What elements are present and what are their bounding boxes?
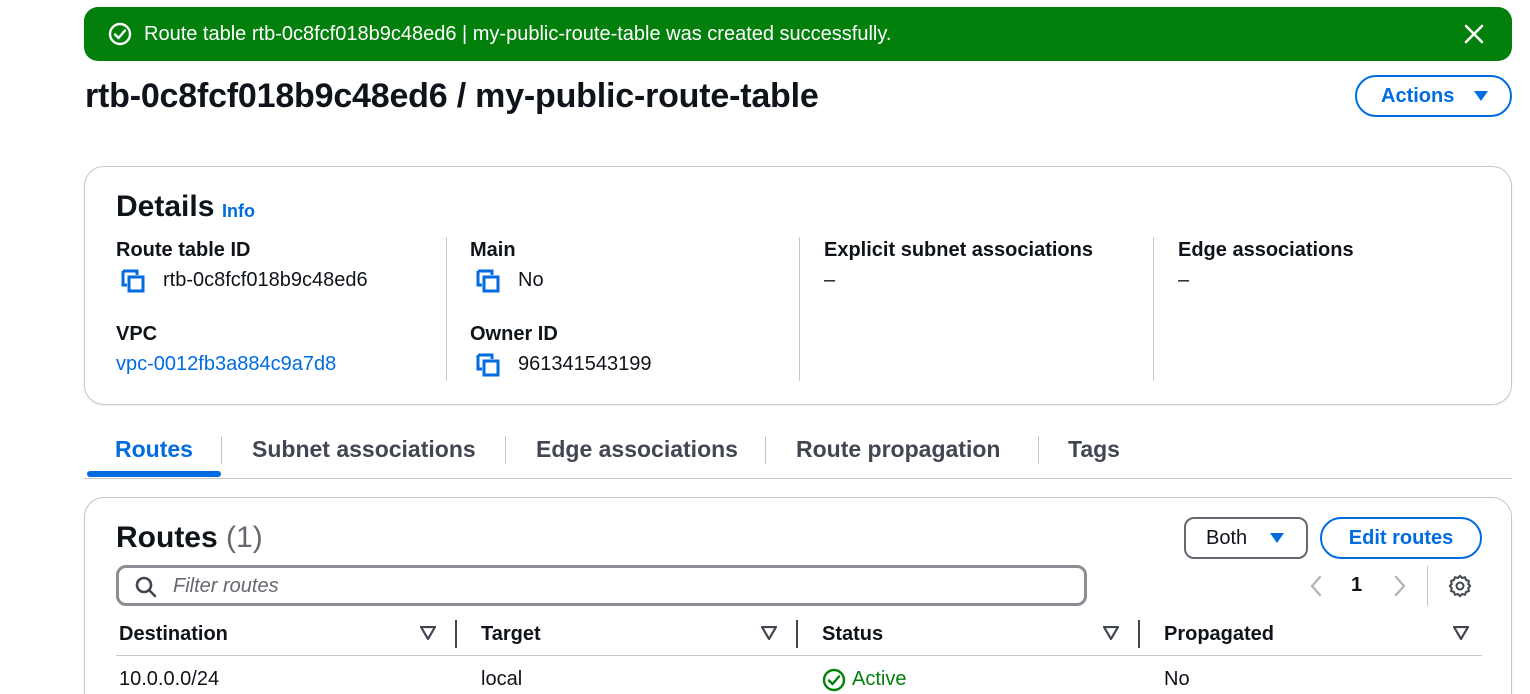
main-value: No	[518, 269, 544, 291]
chevron-left-icon[interactable]	[1308, 574, 1324, 598]
pager-divider	[1427, 566, 1428, 606]
routes-title: Routes	[116, 521, 218, 554]
route-destination-cell: 10.0.0.0/24	[119, 668, 220, 690]
tab-divider	[765, 436, 766, 464]
explicit-subnet-label: Explicit subnet associations	[824, 239, 1093, 261]
tab-route-propagation[interactable]: Route propagation	[796, 436, 1000, 463]
routes-count: (1)	[226, 521, 263, 554]
route-status-cell: Active	[852, 668, 907, 690]
details-heading: Details	[116, 190, 215, 223]
column-divider	[1153, 237, 1154, 381]
active-tab-indicator	[87, 471, 221, 477]
table-header-divider	[116, 655, 1482, 656]
edit-routes-button[interactable]: Edit routes	[1320, 517, 1482, 559]
tab-divider	[1038, 436, 1039, 464]
actions-button[interactable]: Actions	[1355, 75, 1512, 117]
search-icon	[135, 576, 157, 598]
filter-routes-field[interactable]	[116, 565, 1087, 606]
copy-icon[interactable]	[120, 268, 146, 294]
owner-id-value: 961341543199	[518, 353, 652, 375]
propagation-filter-dropdown[interactable]: Both	[1184, 517, 1308, 559]
column-resizer[interactable]	[455, 620, 457, 648]
column-header-target[interactable]: Target	[481, 623, 541, 646]
column-divider	[446, 237, 447, 381]
route-propagated-cell: No	[1164, 668, 1190, 690]
routes-heading: Routes (1)	[116, 520, 263, 556]
sort-down-icon[interactable]	[1453, 626, 1469, 640]
sort-down-icon[interactable]	[761, 626, 777, 640]
edge-associations-label: Edge associations	[1178, 239, 1354, 261]
routes-panel: Routes (1) Both Edit routes 1 Destinatio…	[84, 497, 1512, 694]
chevron-right-icon[interactable]	[1392, 574, 1408, 598]
tab-edge-associations[interactable]: Edge associations	[536, 436, 738, 463]
details-panel: Details Info Route table ID rtb-0c8fcf01…	[84, 166, 1512, 405]
tab-divider	[505, 436, 506, 464]
copy-icon[interactable]	[475, 268, 501, 294]
column-divider	[799, 237, 800, 381]
filter-routes-input[interactable]	[173, 572, 1053, 600]
current-page-number[interactable]: 1	[1351, 574, 1362, 597]
page-title: rtb-0c8fcf018b9c48ed6 / my-public-route-…	[85, 77, 819, 115]
column-header-status[interactable]: Status	[822, 623, 883, 646]
caret-down-icon	[1474, 91, 1488, 101]
sort-down-icon[interactable]	[1103, 626, 1119, 640]
vpc-link[interactable]: vpc-0012fb3a884c9a7d8	[116, 353, 336, 376]
main-label: Main	[470, 239, 516, 261]
column-resizer[interactable]	[796, 620, 798, 648]
caret-down-icon	[1270, 533, 1284, 543]
route-table-id-value: rtb-0c8fcf018b9c48ed6	[163, 269, 368, 291]
info-link[interactable]: Info	[222, 201, 255, 222]
close-icon[interactable]	[1462, 22, 1486, 46]
tab-tags[interactable]: Tags	[1068, 436, 1120, 463]
owner-id-label: Owner ID	[470, 323, 558, 345]
dropdown-selected-value: Both	[1206, 526, 1248, 549]
status-success-icon	[822, 668, 846, 692]
tab-routes[interactable]: Routes	[115, 436, 193, 463]
copy-icon[interactable]	[475, 352, 501, 378]
route-table-id-label: Route table ID	[116, 239, 251, 261]
success-check-circle-icon	[108, 22, 132, 46]
flash-message: Route table rtb-0c8fcf018b9c48ed6 | my-p…	[144, 23, 892, 45]
success-flash-banner: Route table rtb-0c8fcf018b9c48ed6 | my-p…	[84, 7, 1512, 61]
tab-bar: Routes Subnet associations Edge associat…	[84, 424, 1512, 479]
vpc-label: VPC	[116, 323, 158, 345]
edge-associations-value: –	[1178, 269, 1190, 291]
explicit-subnet-value: –	[824, 269, 836, 291]
actions-label: Actions	[1381, 84, 1455, 107]
route-target-cell: local	[481, 668, 523, 690]
column-resizer[interactable]	[1138, 620, 1140, 648]
gear-icon[interactable]	[1448, 574, 1472, 598]
sort-down-icon[interactable]	[420, 626, 436, 640]
tab-subnet-associations[interactable]: Subnet associations	[252, 436, 476, 463]
column-header-destination[interactable]: Destination	[119, 623, 228, 646]
tab-divider	[221, 436, 222, 464]
column-header-propagated[interactable]: Propagated	[1164, 623, 1274, 646]
